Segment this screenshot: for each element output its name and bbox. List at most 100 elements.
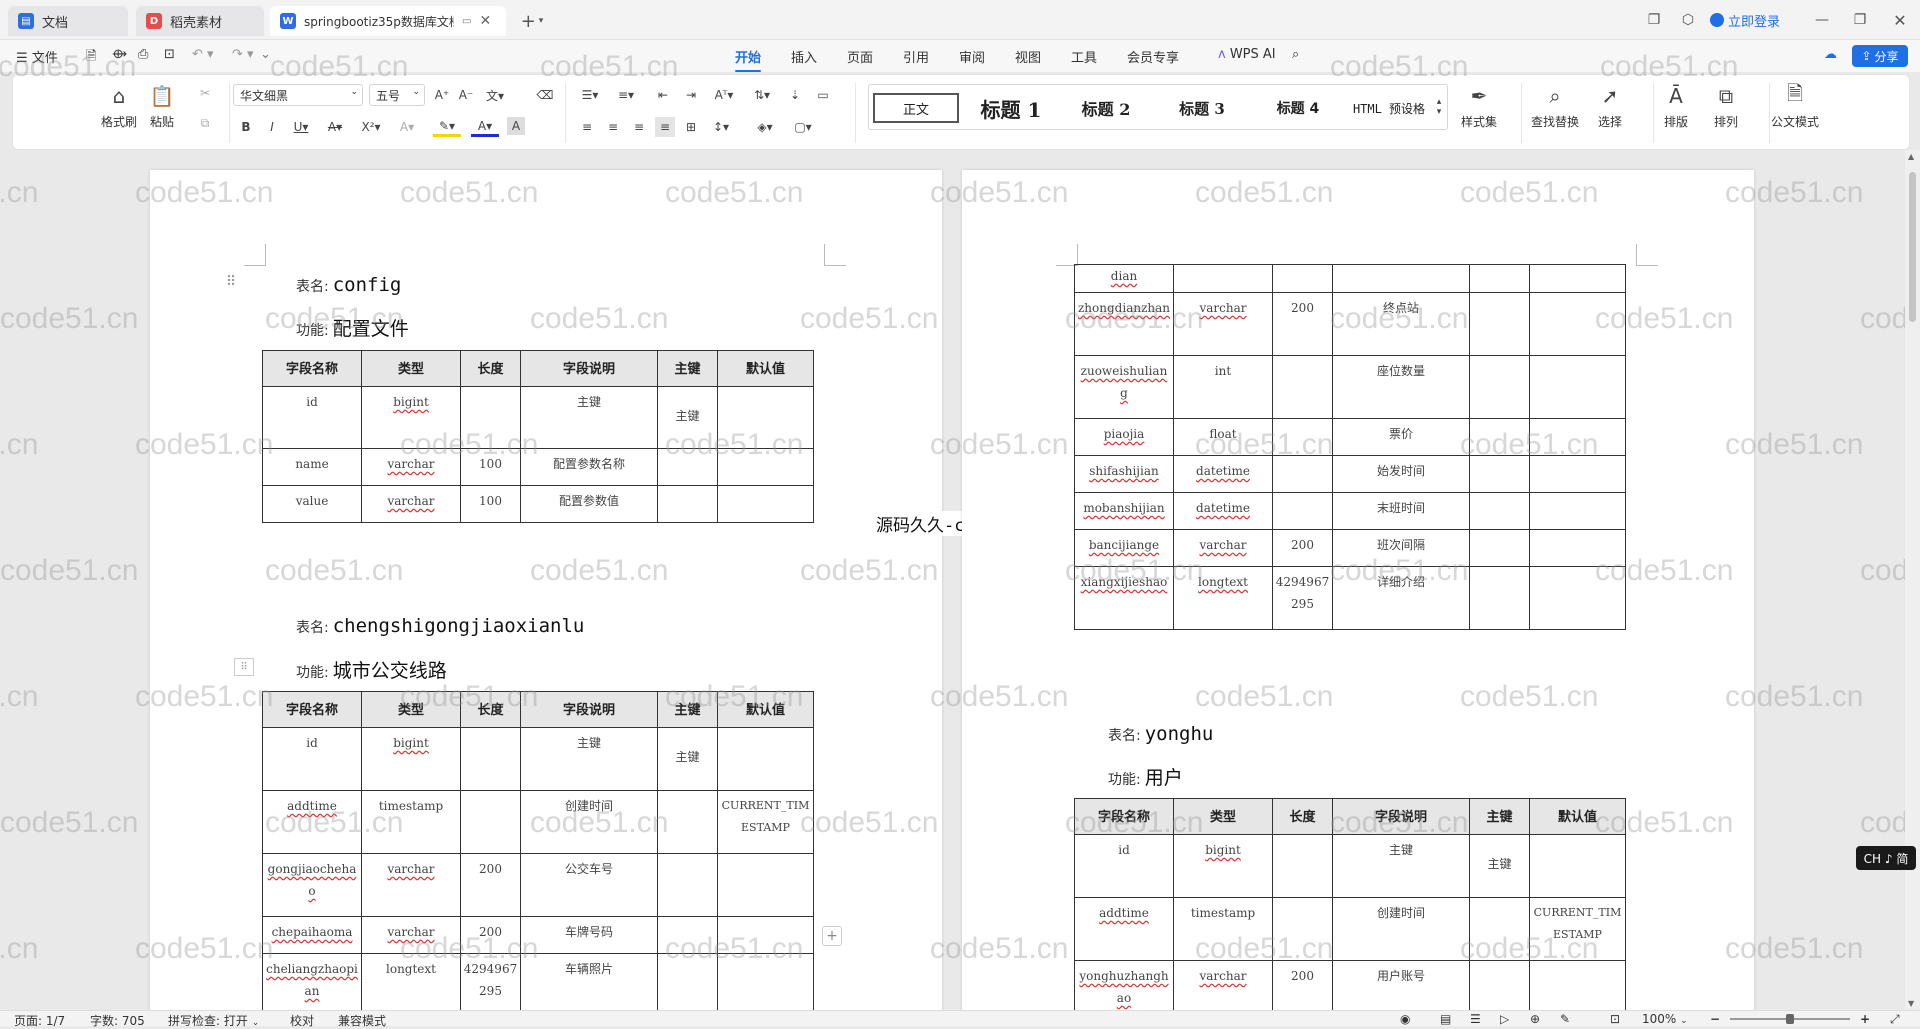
eye-icon[interactable]: ◉	[1400, 1012, 1410, 1026]
strikethrough-icon[interactable]: A▾	[323, 117, 347, 137]
spell-check[interactable]: 拼写检查: 打开 ⌄	[168, 1012, 259, 1029]
scroll-styles-icon[interactable]: ▴ ▾	[1433, 87, 1445, 127]
menu-view[interactable]: 视图	[1015, 47, 1041, 66]
scroll-down-icon[interactable]: ▼	[1908, 999, 1914, 1008]
grow-font-icon[interactable]: A⁺	[433, 85, 451, 105]
new-tab-button[interactable]: + ▾	[514, 10, 550, 32]
phonetic-icon[interactable]: 文▾	[481, 85, 509, 105]
font-name-select[interactable]: 华文细黑 ⌄	[233, 84, 363, 106]
export-icon[interactable]: ⟴	[112, 47, 127, 62]
style-html-preset[interactable]: HTML 预设格	[1345, 93, 1433, 123]
menu-tools[interactable]: 工具	[1071, 47, 1097, 66]
share-button[interactable]: ⇪ 分享	[1852, 45, 1908, 67]
shading-icon[interactable]: ◈▾	[751, 117, 779, 137]
file-menu[interactable]: ☰ 文件	[16, 47, 58, 66]
style-heading-4[interactable]: 标题 4	[1253, 93, 1343, 123]
document-page-right[interactable]: dian zhongdianzhan varchar 200 终点站 zuowe…	[962, 170, 1754, 1010]
close-window-button[interactable]: ✕	[1886, 8, 1914, 32]
page-count[interactable]: 页面: 1/7	[14, 1012, 65, 1029]
word-count[interactable]: 字数: 705	[90, 1012, 145, 1029]
sort-az-icon[interactable]: ⇣	[785, 85, 805, 105]
text-direction-icon[interactable]: Aᵀ▾	[711, 85, 737, 105]
minimize-button[interactable]: —	[1808, 8, 1836, 32]
search-icon[interactable]: ⌕	[1292, 47, 1299, 62]
select-button[interactable]: ➚ 选择	[1597, 83, 1623, 130]
italic-icon[interactable]: I	[263, 117, 281, 137]
print-icon[interactable]: ⎙	[138, 47, 148, 62]
pen-mode-icon[interactable]: ✎	[1560, 1012, 1570, 1026]
vertical-scrollbar[interactable]: ▲ ▼	[1905, 150, 1920, 1010]
redo-icon[interactable]: ↷ ▾	[232, 47, 254, 62]
menu-insert[interactable]: 插入	[791, 47, 817, 66]
distribute-icon[interactable]: ⊞	[681, 117, 701, 137]
superscript-icon[interactable]: X²▾	[357, 117, 385, 137]
drag-handle-icon[interactable]: ⠿	[234, 658, 254, 676]
arrange-button[interactable]: ⧉ 排列	[1713, 83, 1739, 130]
tab-docs[interactable]: ▤ 文档	[8, 6, 128, 36]
tab-document[interactable]: W springbootiz35p数据库文档 ▭ ✕	[270, 6, 506, 36]
increase-indent-icon[interactable]: ⇥	[681, 85, 701, 105]
bold-icon[interactable]: B	[237, 117, 255, 137]
scroll-up-icon[interactable]: ▲	[1908, 152, 1914, 161]
font-color-icon[interactable]: A▾	[471, 117, 499, 137]
zoom-level[interactable]: 100% ⌄	[1642, 1012, 1688, 1026]
menu-references[interactable]: 引用	[903, 47, 929, 66]
justify-icon[interactable]: ≡	[655, 117, 675, 137]
highlight-icon[interactable]: ✎▾	[433, 117, 461, 137]
close-icon[interactable]: ✕	[479, 13, 491, 29]
cut-icon[interactable]: ✂	[195, 83, 215, 103]
menu-page[interactable]: 页面	[847, 47, 873, 66]
more-icon[interactable]: ⌄	[260, 47, 271, 62]
style-heading-3[interactable]: 标题 3	[1157, 93, 1247, 123]
copy-icon[interactable]: ⧉	[195, 113, 215, 133]
zoom-slider-handle[interactable]	[1786, 1014, 1794, 1024]
save-icon[interactable]: 🗎	[86, 47, 96, 69]
show-marks-icon[interactable]: ▭	[813, 85, 833, 105]
sort-icon[interactable]: ⇅▾	[749, 85, 775, 105]
page-view-icon[interactable]: ▤	[1440, 1012, 1451, 1026]
zoom-in-icon[interactable]: +	[1860, 1012, 1870, 1026]
outline-view-icon[interactable]: ☰	[1470, 1012, 1481, 1026]
align-left-icon[interactable]: ≡	[577, 117, 597, 137]
cube-icon[interactable]: ⬡	[1678, 10, 1698, 30]
menu-review[interactable]: 审阅	[959, 47, 985, 66]
align-center-icon[interactable]: ≡	[603, 117, 623, 137]
borders-icon[interactable]: ▢▾	[789, 117, 817, 137]
login-button[interactable]: 立即登录	[1710, 10, 1780, 30]
paste-button[interactable]: 📋 粘贴	[149, 83, 175, 130]
wps-ai-button[interactable]: ʌ WPS AI	[1218, 47, 1276, 62]
numbering-icon[interactable]: ≡▾	[613, 85, 639, 105]
menu-start[interactable]: 开始	[735, 47, 762, 72]
restore-button[interactable]: ❐	[1846, 8, 1874, 32]
style-heading-1[interactable]: 标题 1	[967, 93, 1055, 123]
format-painter-button[interactable]: ⌂ 格式刷	[101, 83, 137, 130]
underline-icon[interactable]: U▾	[289, 117, 313, 137]
line-spacing-icon[interactable]: ↕▾	[707, 117, 735, 137]
decrease-indent-icon[interactable]: ⇤	[653, 85, 673, 105]
play-icon[interactable]: ▷	[1500, 1012, 1509, 1026]
bullets-icon[interactable]: ☰▾	[577, 85, 603, 105]
web-view-icon[interactable]: ⊕	[1530, 1012, 1540, 1026]
layout-button[interactable]: Ā 排版	[1663, 83, 1689, 130]
tab-docer[interactable]: D 稻壳素材	[136, 6, 264, 36]
font-size-select[interactable]: 五号 ⌄	[369, 84, 425, 106]
style-heading-2[interactable]: 标题 2	[1061, 93, 1151, 123]
style-set-button[interactable]: ✒ 样式集	[1461, 83, 1497, 130]
preview-icon[interactable]: ⊡	[164, 47, 175, 62]
ime-indicator[interactable]: CH ♪ 简	[1856, 846, 1916, 870]
undo-icon[interactable]: ↶ ▾	[192, 47, 214, 62]
scroll-thumb[interactable]	[1909, 172, 1916, 322]
official-mode-button[interactable]: 🗎 公文模式	[1771, 81, 1819, 130]
drag-handle-icon[interactable]: ⠿	[226, 274, 236, 290]
document-page-left[interactable]: ⠿ 表名: config 功能: 配置文件 字段名称 类型 长度 字段说明 主键 默认值 id…	[150, 170, 942, 1010]
menu-member[interactable]: 会员专享	[1127, 47, 1179, 66]
char-shading-icon[interactable]: A	[507, 117, 525, 135]
zoom-out-icon[interactable]: −	[1710, 1012, 1720, 1026]
proofread[interactable]: 校对	[290, 1012, 314, 1029]
find-replace-button[interactable]: ⌕ 查找替换	[1531, 83, 1579, 130]
shrink-font-icon[interactable]: A⁻	[457, 85, 475, 105]
add-row-button[interactable]: +	[822, 926, 842, 946]
align-right-icon[interactable]: ≡	[629, 117, 649, 137]
fit-icon[interactable]: ⊡	[1610, 1012, 1620, 1026]
cloud-icon[interactable]: ☁	[1824, 47, 1837, 62]
